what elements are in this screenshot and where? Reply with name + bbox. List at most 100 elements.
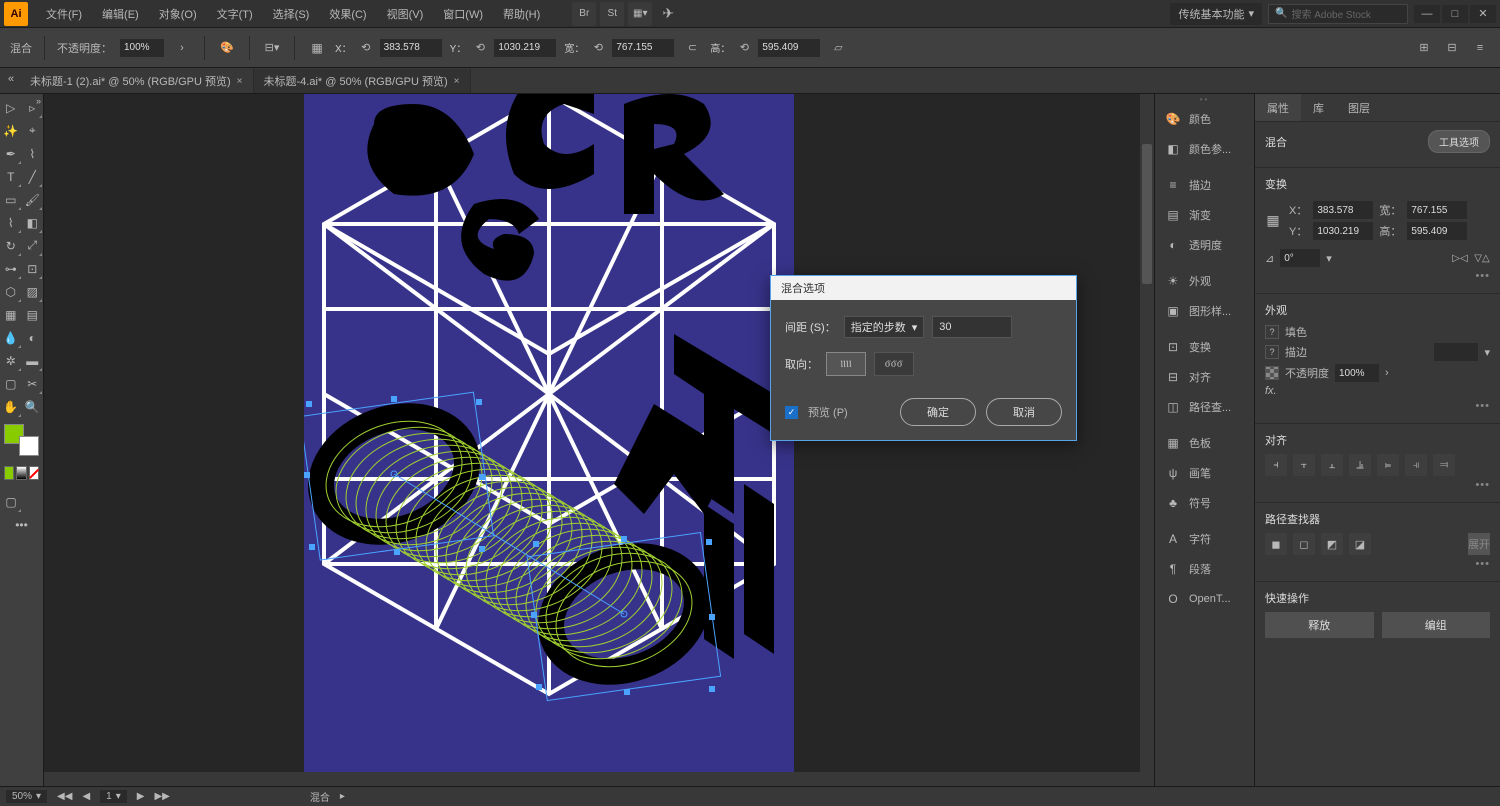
tab-libraries[interactable]: 库: [1301, 94, 1336, 121]
dock-swatches[interactable]: ▦色板: [1155, 428, 1254, 458]
gradient-tool[interactable]: ▤: [22, 303, 44, 326]
pathfinder-more-icon[interactable]: •••: [1475, 558, 1490, 570]
lasso-tool[interactable]: ⌖: [22, 119, 44, 142]
workspace-switcher[interactable]: 传统基本功能▾: [1170, 3, 1262, 25]
pathfinder-exclude-icon[interactable]: ◪: [1349, 533, 1371, 555]
release-button[interactable]: 释放: [1265, 612, 1374, 638]
tab-close-icon[interactable]: ×: [454, 76, 460, 87]
link-icon[interactable]: ⟲: [734, 38, 754, 58]
fill-stroke-swatch[interactable]: [4, 424, 39, 456]
dock-character[interactable]: A字符: [1155, 524, 1254, 554]
dock-color[interactable]: 🎨颜色: [1155, 104, 1254, 134]
opacity-input[interactable]: [120, 39, 164, 57]
pathfinder-unite-icon[interactable]: ◼: [1265, 533, 1287, 555]
width-tool[interactable]: ⊶: [0, 257, 22, 280]
artboard-tool[interactable]: ▢: [0, 372, 22, 395]
artboard-next-icon[interactable]: ▶▶: [154, 791, 169, 802]
dock-color-guide[interactable]: ◧颜色参...: [1155, 134, 1254, 164]
link-icon[interactable]: ⟲: [588, 38, 608, 58]
eyedropper-tool[interactable]: 💧: [0, 326, 22, 349]
menu-file[interactable]: 文件(F): [36, 2, 92, 26]
menu-edit[interactable]: 编辑(E): [92, 2, 149, 26]
appearance-more-icon[interactable]: •••: [1475, 400, 1490, 412]
dock-gradient[interactable]: ▤渐变: [1155, 200, 1254, 230]
screen-mode-tool[interactable]: ▢: [0, 490, 22, 513]
dock-pathfinder[interactable]: ◫路径查...: [1155, 392, 1254, 422]
magic-wand-tool[interactable]: ✨: [0, 119, 22, 142]
color-mode-gradient[interactable]: [16, 466, 26, 480]
blend-tool[interactable]: ◐: [22, 326, 44, 349]
orientation-page-button[interactable]: ⲒⲒⲒⲒ: [826, 352, 866, 376]
align-hcenter-icon[interactable]: ⫟: [1293, 454, 1315, 476]
tab-layers[interactable]: 图层: [1336, 94, 1382, 121]
prop-w-input[interactable]: [1407, 201, 1467, 219]
constrain-wh-icon[interactable]: ⊂: [682, 38, 702, 58]
dialog-titlebar[interactable]: 混合选项: [771, 276, 1076, 300]
pathfinder-minus-icon[interactable]: ◻: [1293, 533, 1315, 555]
align-vcenter-icon[interactable]: ⫢: [1377, 454, 1399, 476]
dock-graphic-styles[interactable]: ▣图形样...: [1155, 296, 1254, 326]
zoom-tool[interactable]: 🔍: [22, 395, 44, 418]
artboard-prev-icon[interactable]: ◀◀: [57, 791, 72, 802]
dock-align[interactable]: ⊟对齐: [1155, 362, 1254, 392]
reference-point-icon[interactable]: ▦: [307, 38, 327, 58]
free-transform-tool[interactable]: ⊡: [22, 257, 44, 280]
opacity-chevron-icon[interactable]: ›: [172, 38, 192, 58]
direct-selection-tool[interactable]: ▹: [22, 96, 44, 119]
cloud-icon[interactable]: ✈: [656, 2, 680, 26]
dock-grabber[interactable]: [1155, 94, 1254, 104]
align-icon[interactable]: ⊟▾: [262, 38, 282, 58]
dock-stroke[interactable]: ≡描边: [1155, 170, 1254, 200]
document-tab-1[interactable]: 未标题-1 (2).ai* @ 50% (RGB/GPU 预览)×: [20, 69, 254, 93]
graph-tool[interactable]: ▬: [22, 349, 44, 372]
fx-button[interactable]: fx.: [1265, 385, 1277, 397]
menu-object[interactable]: 对象(O): [149, 2, 207, 26]
w-input[interactable]: [612, 39, 674, 57]
selection-tool[interactable]: ▷: [0, 96, 22, 119]
stock-icon[interactable]: St: [600, 2, 624, 26]
align-more-icon[interactable]: •••: [1475, 479, 1490, 491]
distribute-icon[interactable]: ⫤: [1433, 454, 1455, 476]
zoom-level[interactable]: 50%▾: [6, 790, 47, 803]
spacing-value-input[interactable]: [932, 316, 1012, 338]
type-tool[interactable]: T: [0, 165, 22, 188]
menu-effect[interactable]: 效果(C): [319, 2, 376, 26]
panel-toggle-1-icon[interactable]: ⊞: [1414, 38, 1434, 58]
slice-tool[interactable]: ✂: [22, 372, 44, 395]
toolbox-more-icon[interactable]: •••: [0, 513, 43, 536]
color-mode-fill[interactable]: [4, 466, 14, 480]
document-tab-2[interactable]: 未标题-4.ai* @ 50% (RGB/GPU 预览)×: [254, 69, 471, 93]
dock-symbols[interactable]: ♣符号: [1155, 488, 1254, 518]
color-mode-none[interactable]: [29, 466, 39, 480]
reference-point-icon[interactable]: ▦: [1265, 213, 1281, 229]
status-chevron-icon[interactable]: ▸: [340, 791, 345, 802]
orientation-path-button[interactable]: ⳜⳜⳜ: [874, 352, 914, 376]
scrollbar-thumb[interactable]: [1142, 144, 1152, 284]
menu-type[interactable]: 文字(T): [207, 2, 263, 26]
recolor-icon[interactable]: 🎨: [217, 38, 237, 58]
panel-toggle-2-icon[interactable]: ⊟: [1442, 38, 1462, 58]
dock-transform[interactable]: ⊡变换: [1155, 332, 1254, 362]
flip-h-icon[interactable]: ▷◁: [1452, 250, 1468, 266]
dock-opentype[interactable]: OOpenT...: [1155, 584, 1254, 614]
prop-y-input[interactable]: [1313, 222, 1373, 240]
prop-angle-input[interactable]: [1280, 249, 1320, 267]
scale-tool[interactable]: ⤢: [22, 234, 44, 257]
link-icon[interactable]: ⟲: [356, 38, 376, 58]
dock-appearance[interactable]: ☀外观: [1155, 266, 1254, 296]
link-icon[interactable]: ⟲: [470, 38, 490, 58]
tab-close-icon[interactable]: ×: [237, 76, 243, 87]
menu-help[interactable]: 帮助(H): [493, 2, 550, 26]
search-stock-input[interactable]: 🔍搜索 Adobe Stock: [1268, 4, 1408, 24]
chevron-down-icon[interactable]: ▾: [1484, 346, 1490, 359]
shear-icon[interactable]: ▱: [828, 38, 848, 58]
ok-button[interactable]: 确定: [900, 398, 976, 426]
cancel-button[interactable]: 取消: [986, 398, 1062, 426]
prop-x-input[interactable]: [1313, 201, 1373, 219]
pen-tool[interactable]: ✒: [0, 142, 22, 165]
close-button[interactable]: ✕: [1470, 5, 1496, 23]
dock-brushes[interactable]: ψ画笔: [1155, 458, 1254, 488]
y-input[interactable]: [494, 39, 556, 57]
dock-paragraph[interactable]: ¶段落: [1155, 554, 1254, 584]
paintbrush-tool[interactable]: 🖌: [22, 188, 44, 211]
